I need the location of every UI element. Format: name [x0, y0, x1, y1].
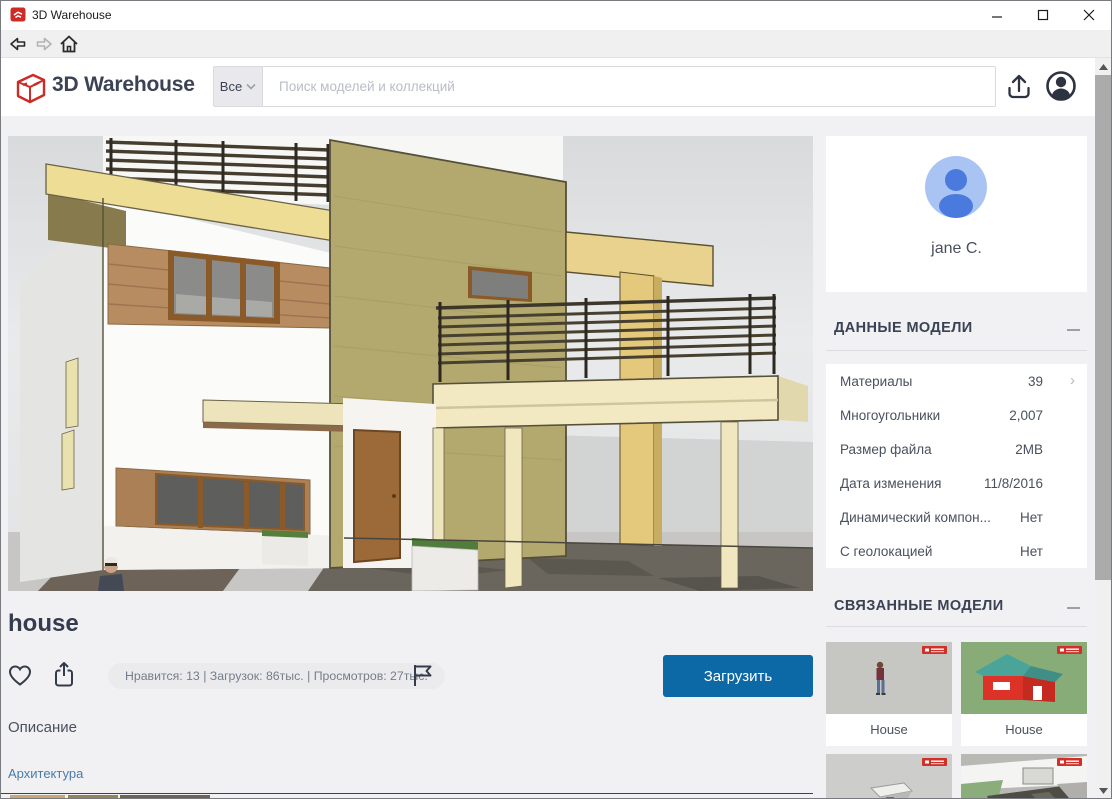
maximize-icon — [1037, 9, 1049, 21]
minus-icon — [1066, 329, 1080, 331]
minimize-button[interactable] — [974, 0, 1020, 30]
home-button[interactable] — [58, 33, 80, 55]
minus-icon — [1066, 607, 1080, 609]
divider — [826, 626, 1087, 627]
minimize-icon — [992, 16, 1002, 18]
scrollbar-thumb[interactable] — [1095, 75, 1112, 580]
model-viewport-image[interactable] — [8, 136, 813, 591]
data-row-dynamic-component: Динамический компон... Нет — [840, 509, 1043, 525]
scrollbar-down-button[interactable] — [1095, 782, 1112, 799]
close-button[interactable] — [1066, 0, 1112, 30]
like-button[interactable] — [8, 664, 32, 687]
model-stats-badge: Нравится: 13 | Загрузок: 86тыс. | Просмо… — [108, 663, 445, 689]
sidebar: jane C. ДАННЫЕ МОДЕЛИ Материалы 39 › Мно… — [826, 136, 1087, 799]
cutoff-content-strip — [68, 795, 118, 799]
close-icon — [1083, 9, 1095, 21]
data-row-geolocation: С геолокацией Нет — [840, 543, 1043, 559]
data-row-filesize: Размер файла 2MB — [840, 441, 1043, 457]
chevron-down-icon — [246, 83, 256, 90]
avatar-person-icon — [939, 169, 973, 218]
related-models-section-title: СВЯЗАННЫЕ МОДЕЛИ — [834, 598, 1004, 614]
category-link[interactable]: Архитектура — [8, 766, 83, 781]
triangle-down-icon — [1099, 787, 1108, 794]
maximize-button[interactable] — [1020, 0, 1066, 30]
collapse-model-data-button[interactable] — [1065, 322, 1081, 338]
search-input[interactable] — [263, 67, 995, 106]
browser-navbar — [0, 30, 1112, 58]
app-logo-icon — [10, 7, 26, 22]
related-model-thumbnail — [826, 642, 952, 714]
related-model-thumbnail — [961, 754, 1087, 799]
related-model-thumbnail — [826, 754, 952, 799]
section-divider — [0, 793, 813, 794]
author-card[interactable]: jane C. — [826, 136, 1087, 292]
download-button[interactable]: Загрузить — [663, 655, 813, 697]
brand-title[interactable]: 3D Warehouse — [52, 73, 195, 97]
author-name: jane C. — [931, 240, 982, 257]
flag-report-button[interactable] — [411, 663, 434, 688]
data-row-modified-date: Дата изменения 11/8/2016 — [840, 475, 1043, 491]
description-heading: Описание — [8, 719, 78, 736]
related-model-card[interactable] — [961, 754, 1087, 799]
related-model-card[interactable] — [826, 754, 952, 799]
triangle-up-icon — [1099, 63, 1108, 70]
chevron-right-icon: › — [1070, 372, 1075, 389]
back-button[interactable] — [8, 35, 28, 53]
cutoff-content-strip — [10, 795, 65, 799]
model-title: house — [8, 610, 79, 637]
data-row-polygons: Многоугольники 2,007 — [840, 407, 1043, 423]
collapse-related-models-button[interactable] — [1065, 600, 1081, 616]
model-data-section-title: ДАННЫЕ МОДЕЛИ — [834, 320, 973, 336]
model-data-card: Материалы 39 › Многоугольники 2,007 Разм… — [826, 364, 1087, 568]
app-window: 3D Warehouse 3D Warehouse Все Поиск моде… — [0, 0, 1112, 799]
scrollbar-up-button[interactable] — [1095, 58, 1112, 75]
window-title: 3D Warehouse — [32, 8, 112, 22]
upload-button[interactable] — [1003, 70, 1035, 102]
related-model-thumbnail — [961, 642, 1087, 714]
cutoff-content-strip — [120, 795, 210, 799]
site-header: 3D Warehouse Все — [0, 58, 1112, 116]
search-filter-label: Все — [219, 79, 243, 94]
related-model-card[interactable]: House — [961, 642, 1087, 746]
data-row-materials[interactable]: Материалы 39 › — [826, 364, 1087, 398]
search-bar: Все — [213, 66, 996, 107]
brand-logo-icon — [16, 73, 46, 104]
share-button[interactable] — [52, 661, 76, 688]
related-model-caption: House — [826, 714, 952, 746]
profile-button[interactable] — [1044, 69, 1078, 103]
related-model-caption: House — [961, 714, 1087, 746]
titlebar: 3D Warehouse — [0, 0, 1112, 30]
forward-button[interactable] — [34, 35, 54, 53]
related-model-card[interactable]: House — [826, 642, 952, 746]
avatar[interactable] — [925, 156, 987, 218]
divider — [826, 350, 1087, 351]
search-filter-dropdown[interactable]: Все — [214, 67, 263, 106]
